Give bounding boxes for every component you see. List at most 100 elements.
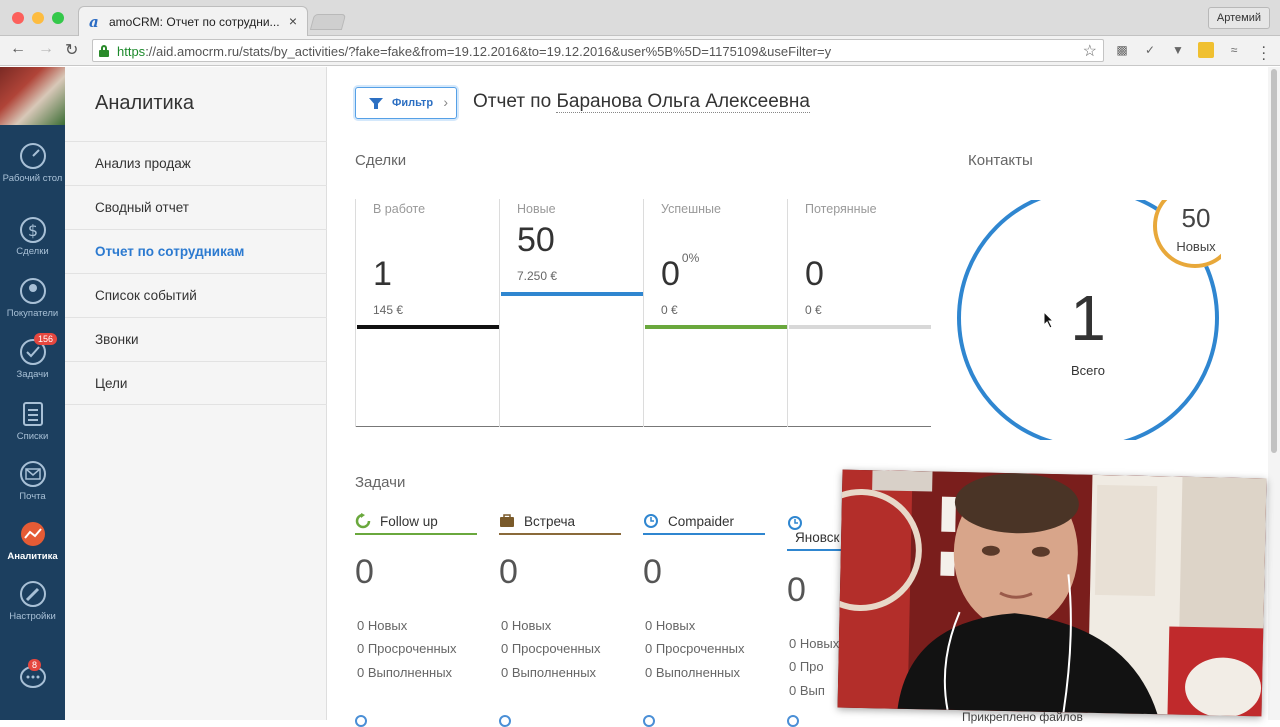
extension-icon[interactable]: ▩ xyxy=(1114,42,1130,58)
tab-close-icon[interactable]: × xyxy=(289,13,297,29)
task-new: 0 Новых xyxy=(645,618,696,633)
deal-column-new[interactable]: Новые 50 7.250 € xyxy=(499,199,643,427)
nav-tasks[interactable]: 156 Задачи xyxy=(0,333,65,397)
task-column-compaider[interactable]: Compaider 0 0 Новых 0 Просроченных 0 Вып… xyxy=(643,511,765,680)
nav-label: Настройки xyxy=(9,611,56,622)
submenu-item-summary-report[interactable]: Сводный отчет xyxy=(65,185,327,229)
mail-icon xyxy=(19,461,46,487)
deals-icon: $ xyxy=(19,217,46,243)
task-type-name: Compaider xyxy=(668,514,735,529)
reload-icon[interactable]: ↻ xyxy=(65,40,78,60)
extension-rss-icon[interactable]: ≈ xyxy=(1226,42,1242,58)
nav-dashboard[interactable]: Рабочий стол xyxy=(0,141,65,201)
nav-analytics[interactable]: Аналитика xyxy=(0,519,65,579)
svg-text:$: $ xyxy=(27,221,37,240)
forward-arrow-icon[interactable]: → xyxy=(38,40,54,58)
window-minimize-button[interactable] xyxy=(32,12,44,24)
task-overdue: 0 Просроченных xyxy=(357,641,457,656)
report-user-select[interactable]: Баранова Ольга Алексеевна xyxy=(556,91,810,113)
deal-count: 1 xyxy=(373,255,392,293)
task-column-followup[interactable]: Follow up 0 0 Новых 0 Просроченных 0 Вып… xyxy=(355,511,477,680)
deal-column-label: Успешные xyxy=(661,202,721,216)
pocket-icon[interactable]: ▼ xyxy=(1170,42,1186,58)
deal-column-label: В работе xyxy=(373,202,426,216)
analytics-submenu: Аналитика Анализ продаж Сводный отчет От… xyxy=(65,67,327,720)
nav-deals[interactable]: $ Сделки xyxy=(0,214,65,274)
nav-customers[interactable]: Покупатели xyxy=(0,276,65,336)
extension-badge-icon[interactable] xyxy=(1198,42,1214,58)
submenu-item-goals[interactable]: Цели xyxy=(65,361,327,405)
browser-menu-icon[interactable]: ... xyxy=(1262,36,1266,64)
browser-tab[interactable]: a amoCRM: Отчет по сотрудни... × xyxy=(78,6,308,36)
clock-icon xyxy=(644,514,658,528)
deal-column-in-progress[interactable]: В работе 1 145 € xyxy=(355,199,499,427)
browser-tabbar: a amoCRM: Отчет по сотрудни... × Артемий xyxy=(0,0,1280,36)
presenter-video-image xyxy=(837,469,1267,717)
chat-count-badge: 8 xyxy=(27,659,41,671)
task-count: 0 xyxy=(643,553,662,591)
deal-column-successful[interactable]: Успешные 0 0% 0 € xyxy=(643,199,787,427)
extension-check-icon[interactable]: ✓ xyxy=(1142,42,1158,58)
webcam-overlay xyxy=(837,469,1267,717)
nav-settings[interactable]: Настройки xyxy=(0,579,65,639)
task-new: 0 Новых xyxy=(357,618,408,633)
task-type-name: Яновск xyxy=(795,530,840,545)
deal-amount: 0 € xyxy=(661,303,678,317)
task-new: 0 Новых xyxy=(789,636,840,651)
contacts-new-value: 50 xyxy=(1181,203,1211,233)
task-done: 0 Вып xyxy=(789,683,825,698)
deal-percent: 0% xyxy=(681,251,700,265)
tasks-section-title: Задачи xyxy=(355,474,406,491)
chevron-right-icon: › xyxy=(443,94,448,110)
deal-column-lost[interactable]: Потерянные 0 0 € xyxy=(787,199,931,427)
window-close-button[interactable] xyxy=(12,12,24,24)
submenu-item-calls[interactable]: Звонки xyxy=(65,317,327,361)
deal-progress-bar xyxy=(645,325,787,329)
task-done: 0 Выполненных xyxy=(501,665,597,680)
deal-amount: 0 € xyxy=(805,303,822,317)
contacts-total-value: 1 xyxy=(1070,282,1106,354)
tasks-count-badge: 156 xyxy=(33,333,57,345)
page-title: Отчет по Баранова Ольга Алексеевна xyxy=(473,91,810,113)
task-count: 0 xyxy=(787,571,806,609)
followup-icon xyxy=(355,513,371,529)
user-avatar[interactable] xyxy=(0,67,65,125)
scrollbar-thumb[interactable] xyxy=(1271,69,1277,453)
tab-title: amoCRM: Отчет по сотрудни... xyxy=(109,15,279,29)
deal-progress-bar xyxy=(501,292,643,296)
nav-label: Покупатели xyxy=(6,308,59,319)
task-done: 0 Выполненных xyxy=(645,665,741,680)
settings-icon xyxy=(19,581,46,607)
contacts-section-title: Контакты xyxy=(968,152,1033,169)
page-scrollbar[interactable] xyxy=(1268,67,1280,720)
task-column-meeting[interactable]: Встреча 0 0 Новых 0 Просроченных 0 Выпол… xyxy=(499,511,621,680)
nav-mail[interactable]: Почта xyxy=(0,459,65,519)
task-type-name: Встреча xyxy=(524,514,576,529)
new-tab-button[interactable] xyxy=(309,14,347,30)
task-overdue: 0 Просроченных xyxy=(501,641,601,656)
nav-lists[interactable]: Списки xyxy=(0,399,65,459)
submenu-item-sales-analysis[interactable]: Анализ продаж xyxy=(65,141,327,185)
bookmark-star-icon[interactable]: ☆ xyxy=(1083,41,1097,61)
task-done: 0 Выполненных xyxy=(357,665,453,680)
task-overdue: 0 Про xyxy=(789,659,824,674)
submenu-title: Аналитика xyxy=(95,92,194,114)
submenu-item-events-list[interactable]: Список событий xyxy=(65,273,327,317)
task-type-name: Follow up xyxy=(380,514,438,529)
customers-icon xyxy=(19,278,46,304)
deal-column-label: Потерянные xyxy=(805,202,877,216)
filter-button[interactable]: Фильтр › xyxy=(355,87,457,119)
address-bar[interactable]: https://aid.amocrm.ru/stats/by_activitie… xyxy=(92,39,1104,62)
submenu-item-employee-report[interactable]: Отчет по сотрудникам xyxy=(65,229,327,273)
nav-chat[interactable]: 8 xyxy=(0,659,65,723)
clock-icon xyxy=(643,715,655,727)
deal-count: 0 0% xyxy=(661,251,700,293)
briefcase-icon xyxy=(500,514,514,527)
back-arrow-icon[interactable]: ← xyxy=(10,40,26,58)
clock-icon xyxy=(499,715,511,727)
filter-label: Фильтр xyxy=(392,97,434,109)
deal-count: 50 xyxy=(517,221,555,259)
window-maximize-button[interactable] xyxy=(52,12,64,24)
deal-progress-bar xyxy=(357,325,499,329)
profile-button[interactable]: Артемий xyxy=(1207,7,1270,29)
